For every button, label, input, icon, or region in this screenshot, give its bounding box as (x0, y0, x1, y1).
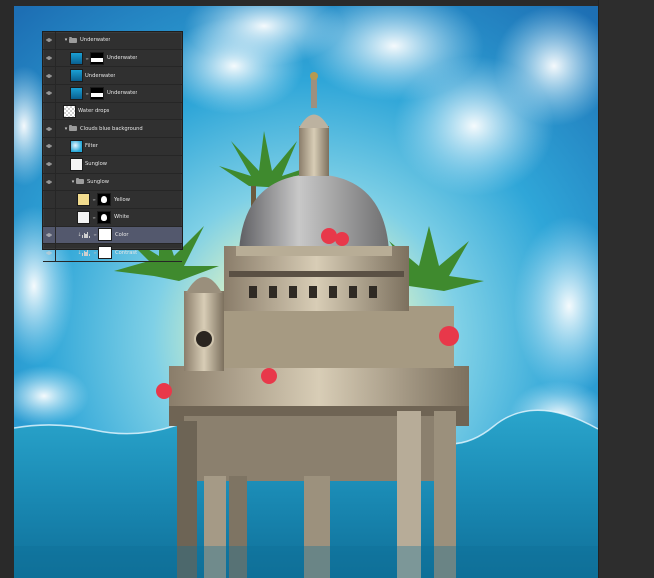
eye-icon[interactable] (43, 244, 56, 261)
eye-icon[interactable] (43, 102, 56, 120)
layer-row[interactable]: ∞ White (43, 208, 182, 227)
link-icon[interactable]: ∞ (85, 91, 89, 96)
layer-name: Color (115, 231, 129, 238)
layer-row[interactable]: ∞ Yellow (43, 191, 182, 209)
layer-thumbnail[interactable] (70, 157, 83, 171)
link-icon[interactable]: ∞ (85, 56, 89, 61)
layer-name: Underwater (107, 90, 138, 97)
levels-icon (82, 231, 91, 238)
eye-icon[interactable] (43, 32, 56, 49)
layer-thumbnail[interactable] (70, 51, 83, 65)
eye-icon[interactable] (43, 173, 56, 191)
layers-panel[interactable]: ▾ Underwater ∞ Underwater Underwater ∞ Underwa… (42, 31, 183, 262)
layer-thumbnail[interactable] (70, 86, 83, 100)
eye-icon[interactable] (43, 120, 56, 138)
layer-name: Filter (85, 143, 98, 150)
levels-icon (82, 249, 91, 256)
photoshop-window: ▾ Underwater ∞ Underwater Underwater ∞ Underwa… (0, 0, 654, 578)
folder-icon (76, 178, 84, 185)
layer-group-row[interactable]: ▾ Clouds blue background (43, 120, 182, 139)
layer-row[interactable]: Underwater (43, 67, 182, 86)
layer-name: Contrast (115, 249, 138, 256)
eye-icon[interactable] (43, 155, 56, 173)
eye-icon[interactable] (43, 49, 56, 67)
layer-name: Water drops (78, 108, 110, 115)
layer-mask-thumbnail[interactable] (90, 86, 104, 100)
folder-icon (69, 125, 77, 132)
layer-name: Underwater (107, 55, 138, 62)
layer-thumbnail[interactable] (77, 193, 90, 207)
layer-mask-thumbnail[interactable] (90, 51, 104, 65)
link-icon[interactable]: ∞ (93, 232, 97, 237)
layer-group-row[interactable]: ▾ Underwater (43, 32, 182, 50)
layer-mask-thumbnail[interactable] (97, 210, 111, 224)
link-icon[interactable]: ∞ (92, 197, 96, 202)
layer-mask-thumbnail[interactable] (98, 228, 112, 242)
layer-name: Underwater (80, 37, 111, 44)
eye-icon[interactable] (43, 191, 56, 208)
canvas-gutter (598, 0, 654, 578)
link-icon[interactable]: ∞ (93, 250, 97, 255)
layer-mask-thumbnail[interactable] (97, 193, 111, 207)
layer-name: Sunglow (85, 161, 108, 168)
layer-row[interactable]: ↓ ∞ Color (43, 226, 182, 245)
layer-name: Underwater (85, 72, 116, 79)
layer-name: Yellow (114, 196, 130, 203)
layer-name: Sunglow (87, 178, 110, 185)
layer-thumbnail[interactable] (70, 139, 83, 153)
eye-icon[interactable] (43, 67, 56, 85)
layer-thumbnail[interactable] (70, 69, 83, 83)
layer-row[interactable]: ↓ ∞ Contrast (43, 244, 182, 262)
eye-icon[interactable] (43, 208, 56, 226)
layer-name: Clouds blue background (80, 125, 143, 132)
layer-thumbnail[interactable] (77, 210, 90, 224)
link-icon[interactable]: ∞ (92, 215, 96, 220)
folder-icon (69, 36, 77, 43)
eye-icon[interactable] (43, 226, 56, 244)
layer-row[interactable]: ∞ Underwater (43, 85, 182, 103)
eye-icon[interactable] (43, 85, 56, 102)
layer-mask-thumbnail[interactable] (98, 246, 112, 260)
layer-row[interactable]: Sunglow (43, 155, 182, 174)
eye-icon[interactable] (43, 138, 56, 155)
layer-row[interactable]: Filter (43, 138, 182, 156)
layer-row[interactable]: ∞ Underwater (43, 49, 182, 68)
layer-row[interactable]: Water drops (43, 102, 182, 121)
layer-name: White (114, 214, 130, 221)
layer-thumbnail[interactable] (63, 104, 76, 118)
document-canvas-area[interactable]: ▾ Underwater ∞ Underwater Underwater ∞ Underwa… (0, 0, 654, 578)
layer-group-row[interactable]: ▾ Sunglow (43, 173, 182, 192)
